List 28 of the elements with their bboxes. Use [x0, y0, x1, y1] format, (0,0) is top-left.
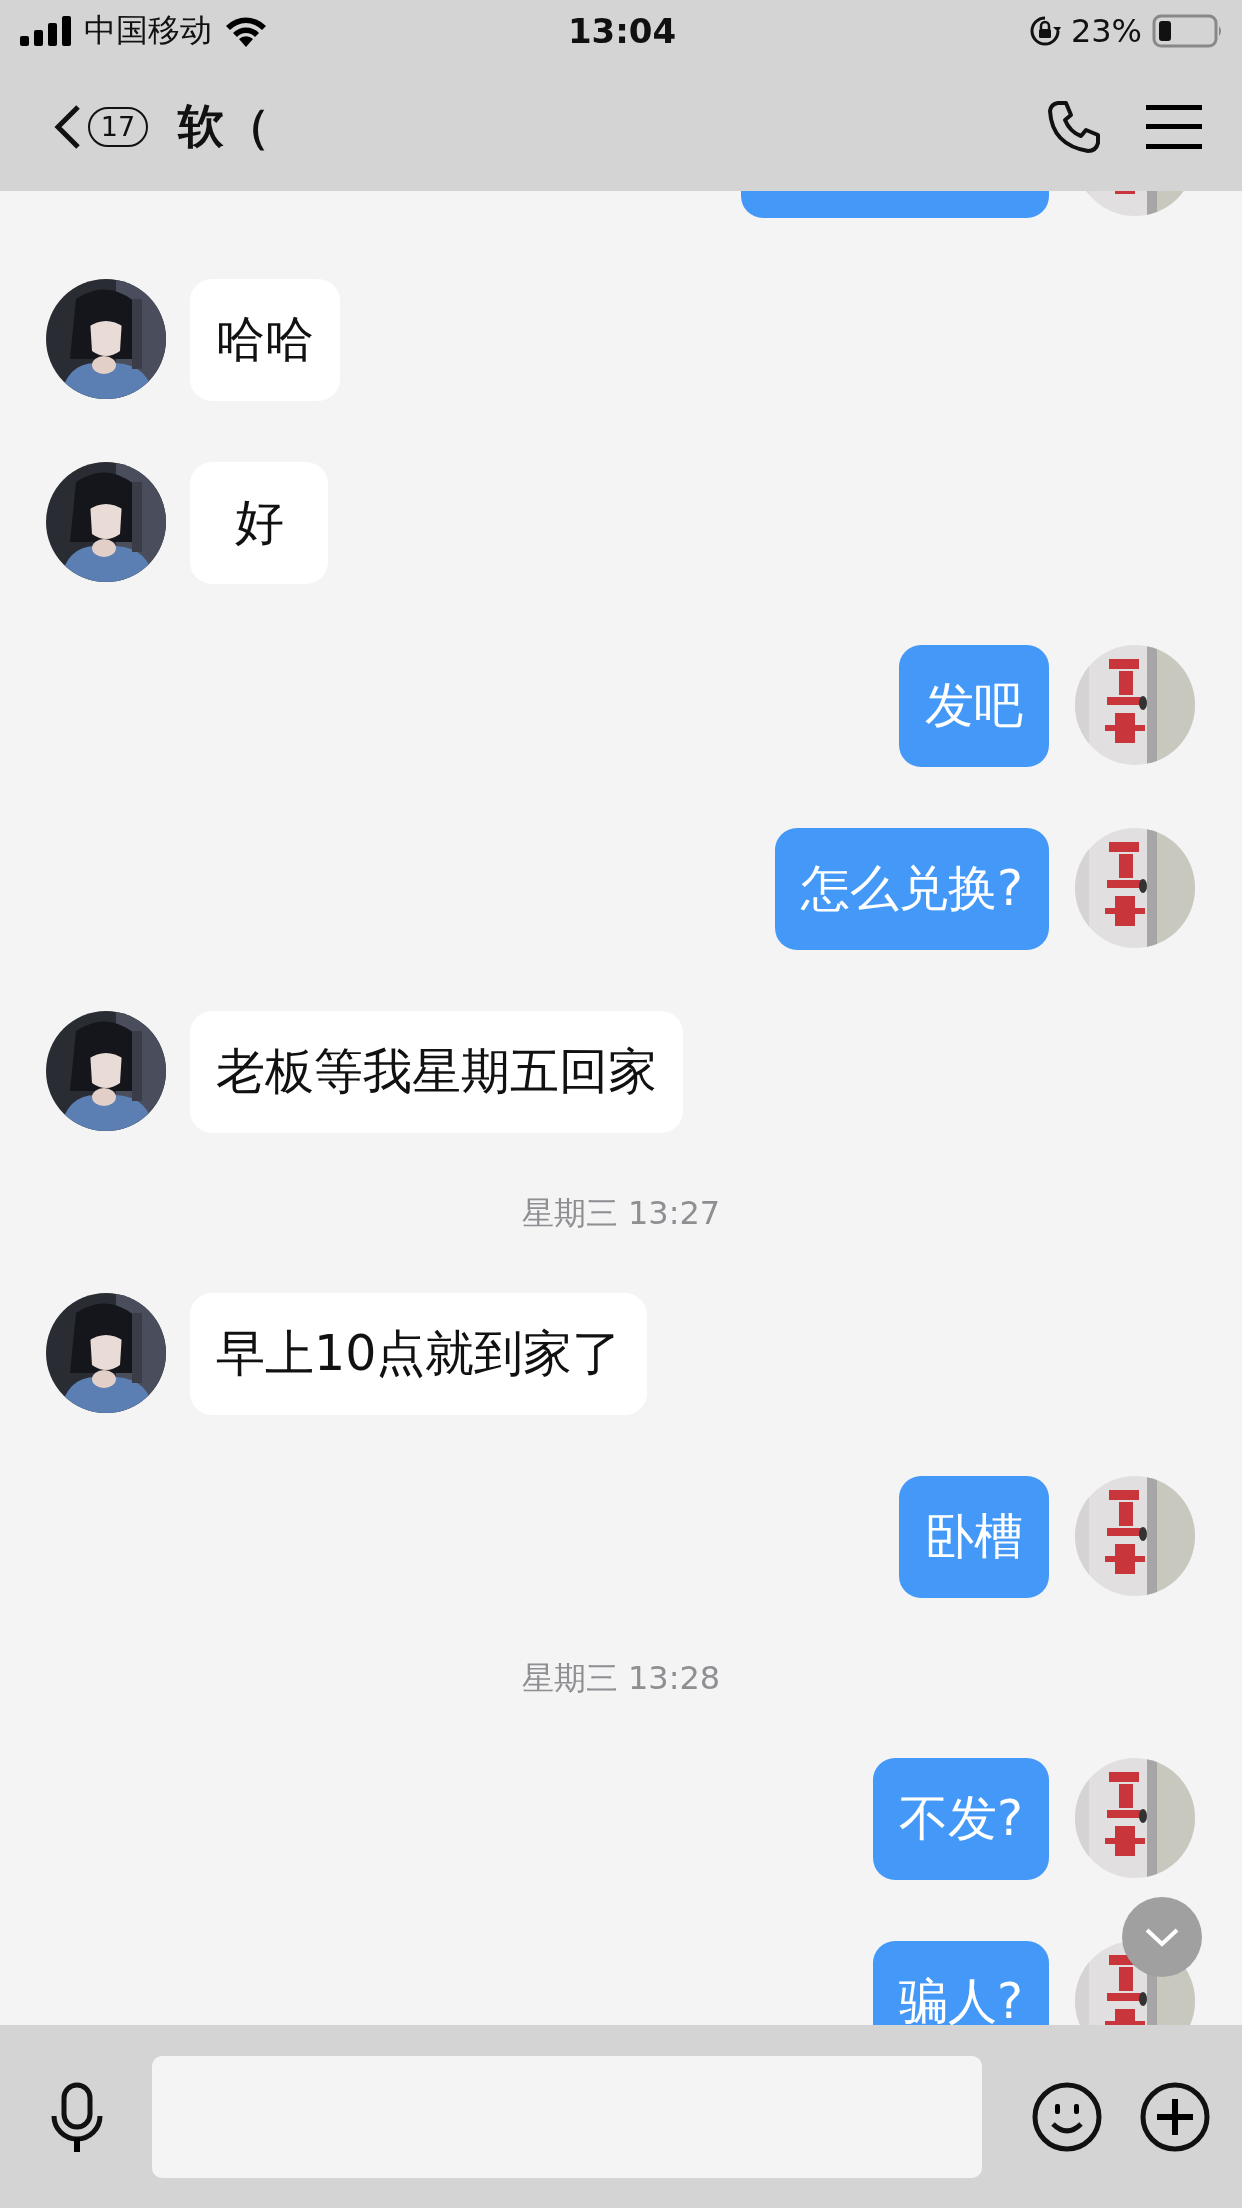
- timestamp: 星期三 13:28: [521, 1659, 721, 1697]
- battery-percent: 23%: [1070, 12, 1142, 50]
- signal-icon: [20, 16, 72, 46]
- rotation-lock-icon: [1028, 15, 1061, 47]
- message-input[interactable]: [152, 2055, 982, 2178]
- wifi-icon: [224, 15, 268, 47]
- message-bubble: 早上10点就到家了: [190, 1293, 648, 1415]
- phone-icon[interactable]: [1046, 98, 1102, 155]
- message-bubble: 卧槽: [899, 1476, 1049, 1598]
- clock-time: 13:04: [567, 11, 677, 51]
- chevron-down-icon: [1144, 1927, 1180, 1947]
- add-icon[interactable]: [1140, 2081, 1210, 2152]
- message-bubble: 好: [190, 462, 328, 584]
- menu-icon[interactable]: [1146, 104, 1202, 149]
- carrier-name: 中国移动: [84, 10, 212, 51]
- unread-count[interactable]: 17: [88, 106, 148, 147]
- message-bubble: 不发?: [873, 1758, 1049, 1880]
- emoji-icon[interactable]: [1032, 2081, 1102, 2152]
- message-bubble: 哈哈: [190, 279, 340, 401]
- message-bubble: 骗人?: [873, 1941, 1049, 2025]
- message-bubble: 怎么兑换?: [775, 828, 1049, 950]
- chat-title: 软（: [178, 97, 270, 155]
- microphone-icon[interactable]: [50, 2081, 104, 2152]
- message-bubble: 老板等我星期五回家: [190, 1011, 683, 1133]
- message-bubble: 发吧: [899, 645, 1049, 767]
- back-icon[interactable]: [52, 103, 82, 150]
- timestamp: 星期三 13:27: [521, 1194, 721, 1232]
- battery-icon: [1152, 14, 1224, 48]
